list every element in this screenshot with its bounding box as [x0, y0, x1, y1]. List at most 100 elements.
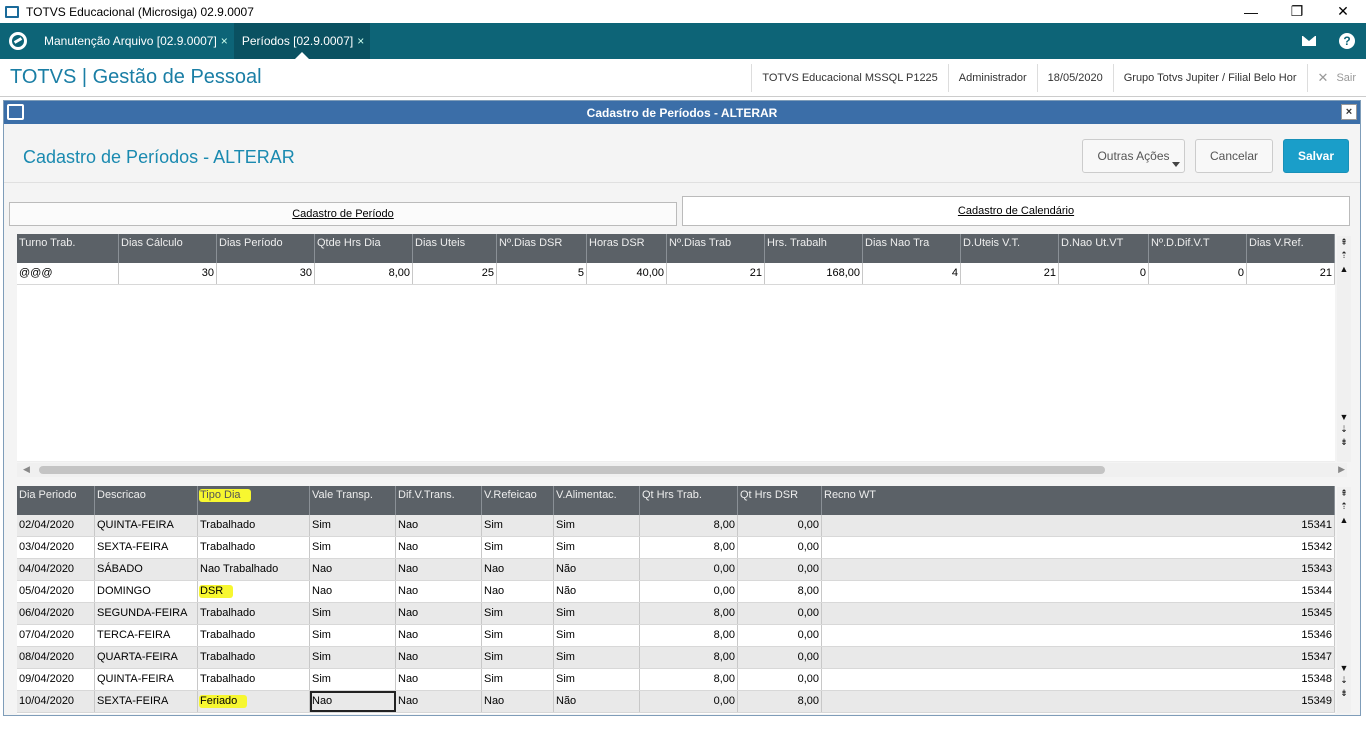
close-window-button[interactable]: ✕ [1320, 0, 1366, 23]
cell[interactable]: Sim [482, 625, 554, 646]
period-grid-vertical-scrollbar[interactable]: ⇞ ⇡ ▲ ▼ ⇣ ⇟ [1337, 236, 1351, 462]
column-header[interactable]: D.Uteis V.T. [961, 234, 1059, 263]
cell[interactable]: 0,00 [738, 559, 822, 580]
table-row[interactable]: 03/04/2020 SEXTA-FEIRA Trabalhado Sim Na… [17, 537, 1335, 559]
scroll-left-icon[interactable]: ◀ [23, 464, 30, 475]
cell[interactable]: QUINTA-FEIRA [95, 669, 198, 690]
column-header[interactable]: Descricao [95, 486, 198, 515]
cell[interactable]: 21 [961, 263, 1059, 284]
cell[interactable]: SÁBADO [95, 559, 198, 580]
cell[interactable]: Sim [310, 625, 396, 646]
cell[interactable]: 0,00 [738, 603, 822, 624]
cell[interactable]: 15344 [822, 581, 1335, 602]
cell[interactable]: 07/04/2020 [17, 625, 95, 646]
cell[interactable]: Sim [554, 515, 640, 536]
cell[interactable]: 03/04/2020 [17, 537, 95, 558]
cell[interactable]: 05/04/2020 [17, 581, 95, 602]
cell[interactable]: Sim [554, 647, 640, 668]
column-header[interactable]: Dia Periodo [17, 486, 95, 515]
column-header[interactable]: Dias Cálculo [119, 234, 217, 263]
scroll-page-down-icon[interactable]: ⇣ [1337, 423, 1351, 436]
scroll-down-icon[interactable]: ▼ [1337, 661, 1351, 674]
scroll-page-up-icon[interactable]: ⇡ [1337, 249, 1351, 262]
cell[interactable]: Sim [482, 647, 554, 668]
tab-cadastro-periodo[interactable]: Cadastro de Período [9, 202, 677, 226]
cell[interactable]: Trabalhado [198, 603, 310, 624]
dialog-close-button[interactable]: × [1341, 104, 1357, 120]
cell[interactable]: 30 [217, 263, 315, 284]
cell[interactable]: SEXTA-FEIRA [95, 691, 198, 712]
scroll-track[interactable] [1337, 275, 1351, 410]
cell[interactable]: Nao [482, 691, 554, 712]
scroll-thumb[interactable] [39, 466, 1105, 474]
scroll-up-icon[interactable]: ▲ [1337, 262, 1351, 275]
cell[interactable]: Trabalhado [198, 515, 310, 536]
column-header[interactable]: Qt Hrs Trab. [640, 486, 738, 515]
cell[interactable]: 08/04/2020 [17, 647, 95, 668]
tab-periodos[interactable]: Períodos [02.9.0007] × [233, 23, 371, 59]
cell[interactable]: 5 [497, 263, 587, 284]
cell[interactable]: Sim [554, 669, 640, 690]
cell[interactable]: Trabalhado [198, 669, 310, 690]
cell[interactable]: 0,00 [640, 691, 738, 712]
cell[interactable]: 15345 [822, 603, 1335, 624]
cell[interactable]: 8,00 [738, 581, 822, 602]
cell[interactable]: Sim [482, 515, 554, 536]
cell[interactable]: 168,00 [765, 263, 863, 284]
save-button[interactable]: Salvar [1283, 139, 1349, 173]
cell[interactable]: Nao [310, 581, 396, 602]
cell[interactable]: 8,00 [640, 625, 738, 646]
cell[interactable]: Nao [396, 625, 482, 646]
cell[interactable]: Sim [554, 603, 640, 624]
cell[interactable]: QUARTA-FEIRA [95, 647, 198, 668]
cell[interactable]: Sim [310, 515, 396, 536]
column-header[interactable]: Dias Uteis [413, 234, 497, 263]
cell[interactable]: SEXTA-FEIRA [95, 537, 198, 558]
cell[interactable]: Nao [396, 515, 482, 536]
table-row[interactable]: 05/04/2020 DOMINGO DSR Nao Nao Nao Não 0… [17, 581, 1335, 603]
cell[interactable]: Sim [310, 669, 396, 690]
table-row[interactable]: 04/04/2020 SÁBADO Nao Trabalhado Nao Nao… [17, 559, 1335, 581]
cancel-button[interactable]: Cancelar [1195, 139, 1273, 173]
column-header[interactable]: Dias Nao Tra [863, 234, 961, 263]
column-header[interactable]: D.Nao Ut.VT [1059, 234, 1149, 263]
cell[interactable]: 8,00 [640, 515, 738, 536]
cell[interactable]: 04/04/2020 [17, 559, 95, 580]
restore-button[interactable]: ❐ [1274, 0, 1320, 23]
column-header-tipo-dia[interactable]: Tipo Dia [198, 486, 310, 515]
column-header[interactable]: Qt Hrs DSR [738, 486, 822, 515]
column-header[interactable]: Qtde Hrs Dia [315, 234, 413, 263]
cell[interactable]: 8,00 [640, 537, 738, 558]
tab-close-icon[interactable]: × [357, 34, 364, 48]
cell[interactable]: Sim [482, 669, 554, 690]
cell[interactable]: QUINTA-FEIRA [95, 515, 198, 536]
scroll-bottom-icon[interactable]: ⇟ [1337, 687, 1351, 700]
cell[interactable]: 40,00 [587, 263, 667, 284]
scroll-top-icon[interactable]: ⇞ [1337, 487, 1351, 500]
column-header[interactable]: Nº.D.Dif.V.T [1149, 234, 1247, 263]
other-actions-button[interactable]: Outras Ações [1082, 139, 1185, 173]
table-row[interactable]: @@@ 30 30 8,00 25 5 40,00 21 168,00 4 21… [17, 263, 1335, 285]
cell[interactable]: Não [554, 581, 640, 602]
cell[interactable]: 15346 [822, 625, 1335, 646]
table-row[interactable]: 02/04/2020 QUINTA-FEIRA Trabalhado Sim N… [17, 515, 1335, 537]
scroll-right-icon[interactable]: ▶ [1338, 464, 1345, 475]
cell[interactable]: DOMINGO [95, 581, 198, 602]
cell[interactable]: 0 [1059, 263, 1149, 284]
column-header[interactable]: Hrs. Trabalh [765, 234, 863, 263]
minimize-button[interactable]: — [1228, 0, 1274, 23]
scroll-down-icon[interactable]: ▼ [1337, 410, 1351, 423]
column-header[interactable]: Turno Trab. [17, 234, 119, 263]
cell[interactable]: Nao [396, 603, 482, 624]
totvs-logo-icon[interactable] [0, 23, 36, 59]
column-header[interactable]: V.Alimentac. [554, 486, 640, 515]
mail-icon[interactable] [1290, 23, 1328, 59]
cell[interactable]: 02/04/2020 [17, 515, 95, 536]
column-header[interactable]: Horas DSR [587, 234, 667, 263]
cell[interactable]: Nao [482, 581, 554, 602]
scroll-page-down-icon[interactable]: ⇣ [1337, 674, 1351, 687]
cell[interactable]: 8,00 [640, 647, 738, 668]
table-row[interactable]: 08/04/2020 QUARTA-FEIRA Trabalhado Sim N… [17, 647, 1335, 669]
table-row[interactable]: 07/04/2020 TERCA-FEIRA Trabalhado Sim Na… [17, 625, 1335, 647]
cell[interactable]: 09/04/2020 [17, 669, 95, 690]
